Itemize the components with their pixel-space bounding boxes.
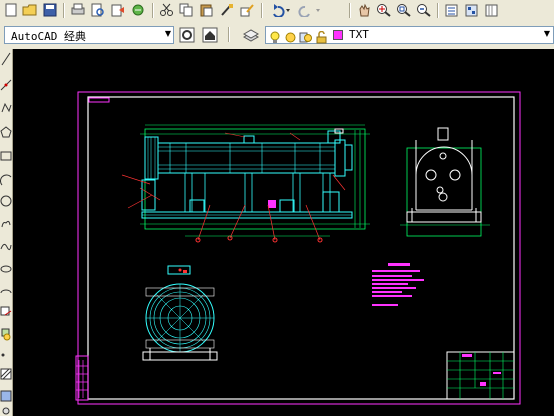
my-workspace-icon[interactable]: [201, 26, 219, 44]
toolbar-separator: [63, 3, 65, 18]
zoom-previous-icon[interactable]: [415, 1, 433, 19]
region-icon[interactable]: [2, 407, 10, 415]
drawing-code-box: [88, 97, 110, 103]
workspace-dropdown[interactable]: AutoCAD 经典 ▼: [4, 26, 174, 44]
design-center-icon[interactable]: [463, 1, 481, 19]
polygon-icon[interactable]: [0, 126, 12, 138]
cut-icon[interactable]: [158, 1, 176, 19]
polyline-icon[interactable]: [1, 102, 12, 113]
open-icon[interactable]: [21, 1, 39, 19]
sheet-outer-border: [77, 91, 521, 405]
spline-icon[interactable]: [0, 243, 12, 251]
chevron-down-icon: ▼: [543, 29, 550, 38]
sheet-inner-border: [87, 96, 515, 400]
revision-cloud-icon[interactable]: [1, 220, 11, 228]
hatch-icon[interactable]: [0, 368, 12, 380]
point-icon[interactable]: [1, 353, 5, 357]
workspace-dropdown-value: AutoCAD 经典: [11, 30, 86, 43]
insert-block-icon[interactable]: [0, 306, 12, 316]
circle-icon[interactable]: [0, 195, 12, 207]
title-block: [446, 351, 515, 400]
ellipse-arc-icon[interactable]: [0, 289, 12, 294]
gradient-icon[interactable]: [0, 390, 12, 402]
standard-toolbar: [0, 0, 554, 23]
line-icon[interactable]: [1, 52, 11, 66]
block-editor-icon[interactable]: [238, 1, 256, 19]
make-block-icon[interactable]: [1, 328, 11, 341]
toolbar-separator: [228, 27, 230, 42]
construction-line-icon[interactable]: [0, 79, 12, 91]
zoom-window-icon[interactable]: [395, 1, 413, 19]
current-layer-name: TXT: [349, 28, 369, 41]
sun-icon[interactable]: [284, 29, 297, 48]
front-elevation-view: [121, 124, 370, 243]
side-end-view: [400, 127, 490, 237]
drawing-canvas[interactable]: [13, 49, 554, 416]
toolbar-separator: [261, 3, 263, 18]
tube-bundle-end-view: [142, 265, 218, 361]
draw-toolbar: [0, 49, 13, 416]
print-icon[interactable]: [69, 1, 87, 19]
new-icon[interactable]: [2, 1, 20, 19]
3d-dwf-icon[interactable]: [129, 1, 147, 19]
ellipse-icon[interactable]: [0, 265, 12, 273]
lightbulb-icon[interactable]: [270, 29, 280, 48]
toolbar-separator: [349, 3, 351, 18]
undo-icon[interactable]: [266, 1, 292, 19]
zoom-realtime-icon[interactable]: [375, 1, 393, 19]
rectangle-icon[interactable]: [0, 151, 12, 161]
layer-properties-icon[interactable]: [242, 26, 260, 44]
chevron-down-icon: ▼: [164, 29, 171, 38]
layer-color-swatch: [333, 30, 343, 40]
toolbar-separator: [152, 3, 154, 18]
tool-palettes-icon[interactable]: [483, 1, 501, 19]
properties-icon[interactable]: [443, 1, 461, 19]
technical-requirements-notes: [372, 263, 424, 306]
save-icon[interactable]: [41, 1, 59, 19]
copy-icon[interactable]: [178, 1, 196, 19]
plot-preview-icon[interactable]: [89, 1, 107, 19]
arc-icon[interactable]: [0, 174, 12, 186]
pan-icon[interactable]: [355, 1, 373, 19]
publish-icon[interactable]: [109, 1, 127, 19]
paste-icon[interactable]: [198, 1, 216, 19]
toolbar-separator: [437, 3, 439, 18]
lock-icon[interactable]: [315, 29, 328, 48]
match-properties-icon[interactable]: [218, 1, 236, 19]
viewport-freeze-icon[interactable]: [299, 29, 312, 48]
workspace-settings-icon[interactable]: [178, 26, 196, 44]
redo-icon[interactable]: [296, 1, 322, 19]
layer-dropdown[interactable]: TXT ▼: [265, 26, 554, 44]
